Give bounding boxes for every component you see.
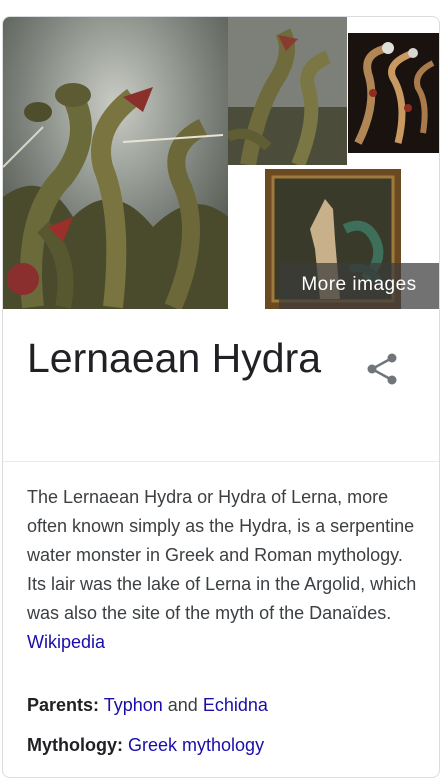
parent-link-echidna[interactable]: Echidna bbox=[203, 695, 268, 715]
share-button[interactable] bbox=[363, 349, 403, 389]
fact-mythology: Mythology: Greek mythology bbox=[27, 731, 264, 759]
divider bbox=[3, 461, 439, 462]
fact-parents: Parents: Typhon and Echidna bbox=[27, 691, 268, 719]
entity-description: The Lernaean Hydra or Hydra of Lerna, mo… bbox=[27, 483, 422, 657]
title-row: Lernaean Hydra bbox=[3, 329, 439, 459]
entity-title: Lernaean Hydra bbox=[27, 335, 322, 381]
description-text: The Lernaean Hydra or Hydra of Lerna, mo… bbox=[27, 487, 417, 623]
fact-label-mythology: Mythology: bbox=[27, 735, 123, 755]
hydra-image-3[interactable] bbox=[348, 33, 439, 153]
parents-conjunction: and bbox=[167, 695, 198, 715]
knowledge-panel: More images Lernaean Hydra The Lernaean … bbox=[2, 16, 440, 778]
more-images-button[interactable]: More images bbox=[279, 263, 439, 309]
hydra-image-2[interactable] bbox=[228, 17, 347, 165]
mythology-link[interactable]: Greek mythology bbox=[128, 735, 264, 755]
parent-link-typhon[interactable]: Typhon bbox=[104, 695, 163, 715]
wikipedia-link[interactable]: Wikipedia bbox=[27, 632, 105, 652]
share-icon bbox=[367, 353, 397, 385]
hydra-image-main[interactable] bbox=[3, 17, 228, 309]
fact-label-parents: Parents: bbox=[27, 695, 100, 715]
image-gallery: More images bbox=[3, 17, 439, 313]
